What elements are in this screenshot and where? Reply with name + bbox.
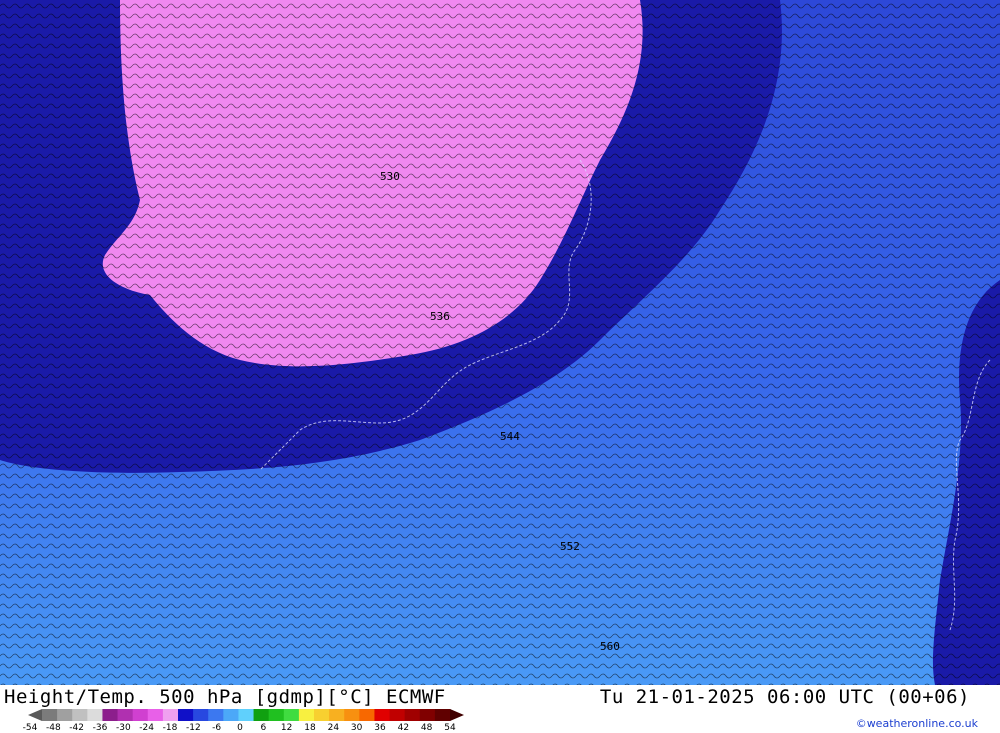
scale-swatch (208, 709, 224, 721)
scale-swatch (298, 709, 315, 721)
scale-tick-label: 42 (397, 723, 410, 733)
scale-tick-label: 6 (260, 723, 267, 733)
scale-tick-label: -42 (69, 723, 85, 733)
scale-swatch (268, 709, 285, 721)
scale-swatch (117, 709, 134, 721)
map-canvas: 530 536 544 552 560 (0, 0, 1000, 685)
contour-label: 530 (380, 170, 400, 183)
scale-tick-label: 48 (420, 723, 433, 733)
scale-tick-label: -12 (185, 723, 201, 733)
scale-swatch (178, 709, 194, 721)
credit-link[interactable]: ©weatheronline.co.uk (856, 717, 978, 730)
scale-tick-label: -6 (212, 723, 222, 733)
scale-tick-label: 18 (304, 723, 316, 733)
scale-swatch (359, 709, 375, 721)
scale-swatch (314, 709, 330, 721)
scale-tick-label: -54 (22, 723, 38, 733)
scale-arrow-right (450, 709, 464, 721)
scale-swatch (344, 709, 360, 721)
contour-label: 560 (600, 640, 620, 653)
scale-swatch (87, 709, 103, 721)
scale-tick-label: 54 (444, 723, 456, 733)
contour-label: 536 (430, 310, 450, 323)
scale-tick-label: -18 (162, 723, 178, 733)
scale-swatch (419, 709, 436, 721)
scale-tick-label: 12 (280, 723, 293, 733)
scale-tick-label: -48 (45, 723, 61, 733)
scale-tick-label: -24 (139, 723, 155, 733)
scale-arrow-left (28, 709, 42, 721)
valid-time: Tu 21-01-2025 06:00 UTC (00+06) (599, 686, 970, 708)
scale-swatch (253, 709, 270, 721)
contour-label: 552 (560, 540, 580, 553)
scale-tick-label: 24 (327, 723, 340, 733)
scale-swatch (283, 709, 300, 721)
footer-bar: Height/Temp. 500 hPa [gdmp][°C] ECMWF Tu… (0, 685, 1000, 733)
contour-lines (0, 0, 1000, 685)
scale-swatch (72, 709, 88, 721)
scale-swatch (434, 709, 451, 721)
color-scale (28, 709, 464, 721)
scale-swatch (389, 709, 406, 721)
scale-tick-label: 30 (350, 723, 363, 733)
scale-swatch (329, 709, 345, 721)
scale-tick-label: -36 (92, 723, 108, 733)
weather-map: 530 536 544 552 560 (0, 0, 1000, 685)
scale-swatch (162, 709, 179, 721)
scale-swatch (223, 709, 239, 721)
scale-swatch (238, 709, 255, 721)
scale-tick-label: 36 (374, 723, 386, 733)
scale-swatch (193, 709, 209, 721)
scale-swatch (132, 709, 149, 721)
scale-swatch (102, 709, 119, 721)
scale-swatch (42, 709, 58, 721)
scale-swatch (147, 709, 164, 721)
scale-swatch (404, 709, 421, 721)
scale-swatch (374, 709, 391, 721)
scale-swatch (57, 709, 73, 721)
scale-tick-label: -30 (115, 723, 131, 733)
chart-title: Height/Temp. 500 hPa [gdmp][°C] ECMWF (4, 686, 446, 708)
scale-tick-label: 0 (237, 723, 243, 733)
contour-label: 544 (500, 430, 520, 443)
